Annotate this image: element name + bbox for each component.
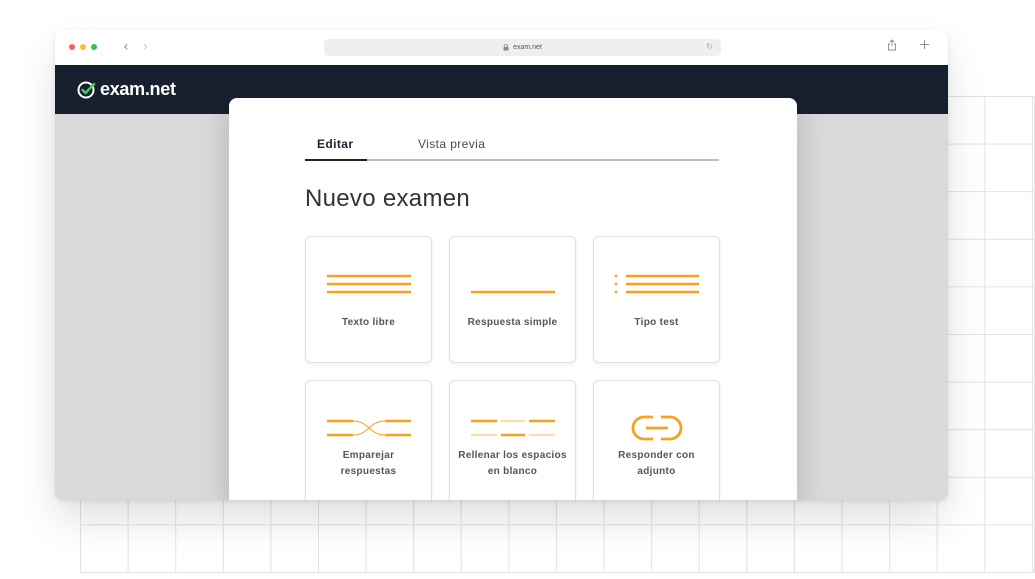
lock-icon — [503, 44, 509, 51]
matching-icon — [306, 413, 431, 447]
window-controls — [69, 44, 97, 50]
multiple-choice-icon — [594, 269, 719, 303]
question-type-matching[interactable]: Emparejar respuestas — [305, 380, 432, 500]
question-type-label: Respuesta simple — [467, 317, 558, 328]
question-type-label: Texto libre — [341, 317, 396, 328]
browser-toolbar: ‹ › exam.net ↻ — [55, 30, 948, 65]
question-type-label: Responder con adjunto — [618, 450, 695, 477]
tab-preview[interactable]: Vista previa — [418, 137, 485, 151]
url-text: exam.net — [513, 44, 542, 51]
question-type-fill-blanks[interactable]: Rellenar los espacios en blanco — [449, 380, 576, 500]
question-type-free-text[interactable]: Texto libre — [305, 236, 432, 363]
minimize-window-button[interactable] — [80, 44, 86, 50]
editor-tabs: Editar Vista previa — [305, 134, 719, 161]
stage: ‹ › exam.net ↻ exam.net Editar Vista pre… — [0, 0, 1035, 579]
question-type-label: Emparejar respuestas — [340, 450, 397, 477]
question-type-short-answer[interactable]: Respuesta simple — [449, 236, 576, 363]
close-window-button[interactable] — [69, 44, 75, 50]
reload-icon[interactable]: ↻ — [706, 42, 713, 51]
browser-actions — [887, 39, 930, 51]
exam-editor-card: Editar Vista previa Nuevo examen Texto l… — [229, 98, 797, 500]
page-title: Nuevo examen — [305, 185, 471, 212]
share-icon[interactable] — [887, 39, 897, 51]
chevron-left-icon[interactable]: ‹ — [123, 39, 129, 55]
tab-edit[interactable]: Editar — [317, 137, 353, 151]
logo-text: exam.net — [100, 79, 176, 99]
active-tab-indicator — [305, 159, 367, 161]
free-text-icon — [306, 269, 431, 303]
chevron-right-icon[interactable]: › — [143, 39, 149, 55]
logo[interactable]: exam.net — [77, 79, 176, 100]
short-answer-icon — [450, 269, 575, 303]
browser-window: ‹ › exam.net ↻ exam.net Editar Vista pre… — [55, 30, 948, 500]
logo-check-icon — [77, 81, 96, 98]
maximize-window-button[interactable] — [91, 44, 97, 50]
attachment-link-icon — [594, 413, 719, 447]
nav-arrows: ‹ › — [123, 39, 148, 55]
address-bar[interactable]: exam.net ↻ — [324, 39, 721, 56]
question-type-multiple-choice[interactable]: Tipo test — [593, 236, 720, 363]
fill-blanks-icon — [450, 413, 575, 447]
question-type-attachment[interactable]: Responder con adjunto — [593, 380, 720, 500]
question-type-label: Tipo test — [634, 317, 679, 328]
question-type-label: Rellenar los espacios en blanco — [458, 450, 567, 477]
plus-icon[interactable] — [919, 39, 930, 50]
